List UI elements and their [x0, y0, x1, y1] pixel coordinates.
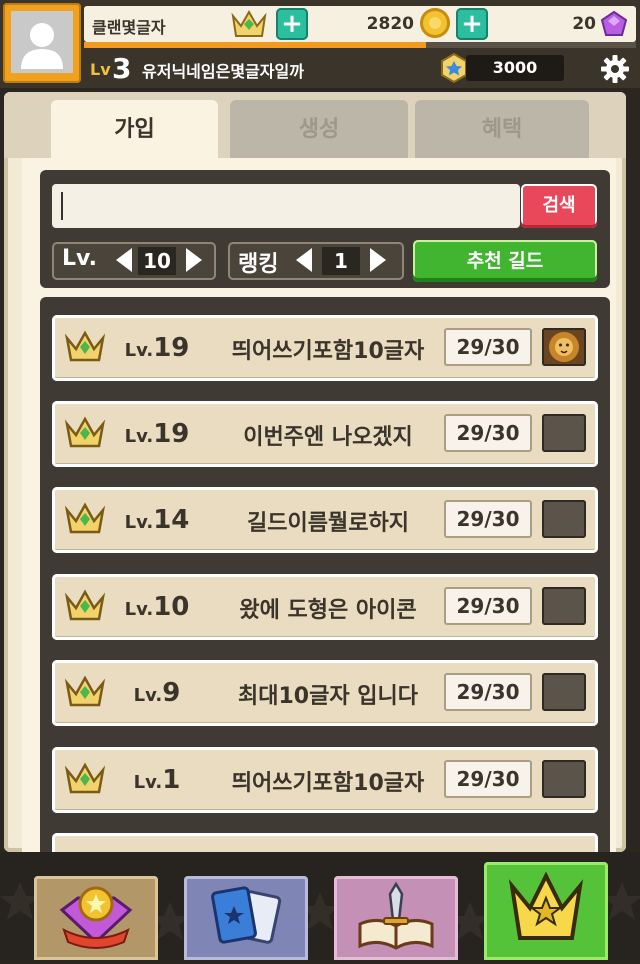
guild-name: 왔에 도형은 아이콘 [239, 598, 417, 623]
xp-progress-bar [84, 42, 636, 48]
guild-level: Lv.10 [124, 592, 190, 622]
player-level: 3 [112, 52, 132, 85]
nav-quest-button[interactable] [334, 876, 458, 960]
guild-crown-icon [64, 762, 106, 794]
nav-cards-button[interactable] [184, 876, 308, 960]
ranking-filter-value: 1 [322, 247, 360, 275]
level-stepper: Lv. 10 [52, 242, 216, 280]
guild-level: Lv.19 [124, 333, 190, 363]
guild-row[interactable]: Lv.19 띄어쓰기포함10글자 29/30 [52, 315, 598, 381]
guild-name: 띄어쓰기포함10글자 [231, 339, 425, 364]
recommended-guild-button[interactable]: 추천 길드 [413, 240, 597, 282]
tab-benefits[interactable]: 혜택 [415, 100, 589, 158]
guild-level: Lv.14 [124, 505, 190, 535]
guild-crown-icon [64, 675, 106, 707]
avatar-placeholder-icon [11, 11, 73, 73]
guild-search-input[interactable] [52, 184, 520, 228]
guild-member-count: 29/30 [444, 673, 532, 711]
empty-emblem [542, 760, 586, 798]
guild-level: Lv.19 [124, 419, 190, 449]
guild-level: Lv.1 [133, 765, 181, 795]
guild-row[interactable]: Lv.14 길드이름뭘로하지 29/30 [52, 487, 598, 553]
player-nickname: 유저닉네임은몇글자일까 [142, 62, 304, 81]
nav-shop-button[interactable] [34, 876, 158, 960]
guild-crown-icon [64, 589, 106, 621]
guild-crown-icon [508, 871, 584, 940]
clan-name: 클랜몇글자 [92, 18, 166, 37]
tab-create[interactable]: 생성 [230, 100, 408, 158]
gem-shop-icon [59, 886, 133, 949]
guild-member-count: 29/30 [444, 760, 532, 798]
level-filter-value: 10 [138, 247, 176, 275]
guild-row[interactable]: Lv.19 이번주엔 나오겠지 29/30 [52, 401, 598, 467]
level-decrease-icon[interactable] [116, 248, 132, 272]
guild-crown-icon [64, 416, 106, 448]
ranking-filter-label: 랭킹 [238, 252, 279, 277]
tab-join[interactable]: 가입 [51, 100, 218, 158]
text-caret [61, 192, 63, 220]
add-gold-button[interactable]: + [276, 8, 308, 40]
nav-guild-button[interactable] [484, 862, 608, 960]
add-gem-button[interactable]: + [456, 8, 488, 40]
ranking-increase-icon[interactable] [370, 248, 386, 272]
guild-list: Lv.19 띄어쓰기포함10글자 29/30 Lv.19 이번주엔 나오겠지 2… [40, 297, 610, 852]
level-increase-icon[interactable] [186, 248, 202, 272]
ranking-decrease-icon[interactable] [296, 248, 312, 272]
purple-gem-icon [600, 10, 628, 36]
empty-emblem [542, 500, 586, 538]
clan-resource-row: 클랜몇글자 + 2820 + 20 [84, 6, 636, 42]
clan-crown-icon [231, 9, 267, 37]
cash-box: 3000 [466, 55, 564, 81]
empty-emblem [542, 414, 586, 452]
guild-row[interactable]: Lv.1 띄어쓰기포함10글자 29/30 [52, 747, 598, 813]
guild-name: 길드이름뭘로하지 [247, 511, 409, 536]
guild-name: 최대10글자 입니다 [238, 684, 418, 709]
guild-crown-icon [64, 330, 106, 362]
guild-name: 띄어쓰기포함10글자 [231, 771, 425, 796]
quest-book-icon [358, 881, 434, 950]
guild-row[interactable]: Lv.9 최대10글자 입니다 29/30 [52, 660, 598, 726]
xp-progress-fill [84, 42, 427, 48]
guild-name: 이번주엔 나오겠지 [243, 425, 413, 450]
gold-amount: 2820 [366, 14, 414, 34]
guild-crown-icon [64, 502, 106, 534]
empty-emblem [542, 587, 586, 625]
guild-member-count: 29/30 [444, 587, 532, 625]
gem-amount: 20 [572, 14, 596, 34]
level-label: Lv [90, 60, 111, 79]
guild-row[interactable]: Lv.10 왔에 도형은 아이콘 29/30 [52, 574, 598, 640]
settings-gear-icon[interactable] [600, 54, 630, 84]
guild-row-partial[interactable] [52, 833, 598, 852]
guild-member-count: 29/30 [444, 328, 532, 366]
avatar[interactable] [3, 3, 81, 83]
guild-member-count: 29/30 [444, 414, 532, 452]
search-button[interactable]: 검색 [521, 184, 597, 228]
cards-icon [211, 886, 282, 944]
guild-level: Lv.9 [133, 678, 181, 708]
star-badge-icon [441, 53, 467, 83]
ranking-stepper: 랭킹 1 [228, 242, 404, 280]
gold-coin-icon [420, 8, 450, 38]
level-filter-label: Lv. [62, 246, 97, 271]
lion-emblem-icon [542, 328, 586, 366]
empty-emblem [542, 673, 586, 711]
cash-amount: 3000 [492, 58, 538, 77]
guild-member-count: 29/30 [444, 500, 532, 538]
